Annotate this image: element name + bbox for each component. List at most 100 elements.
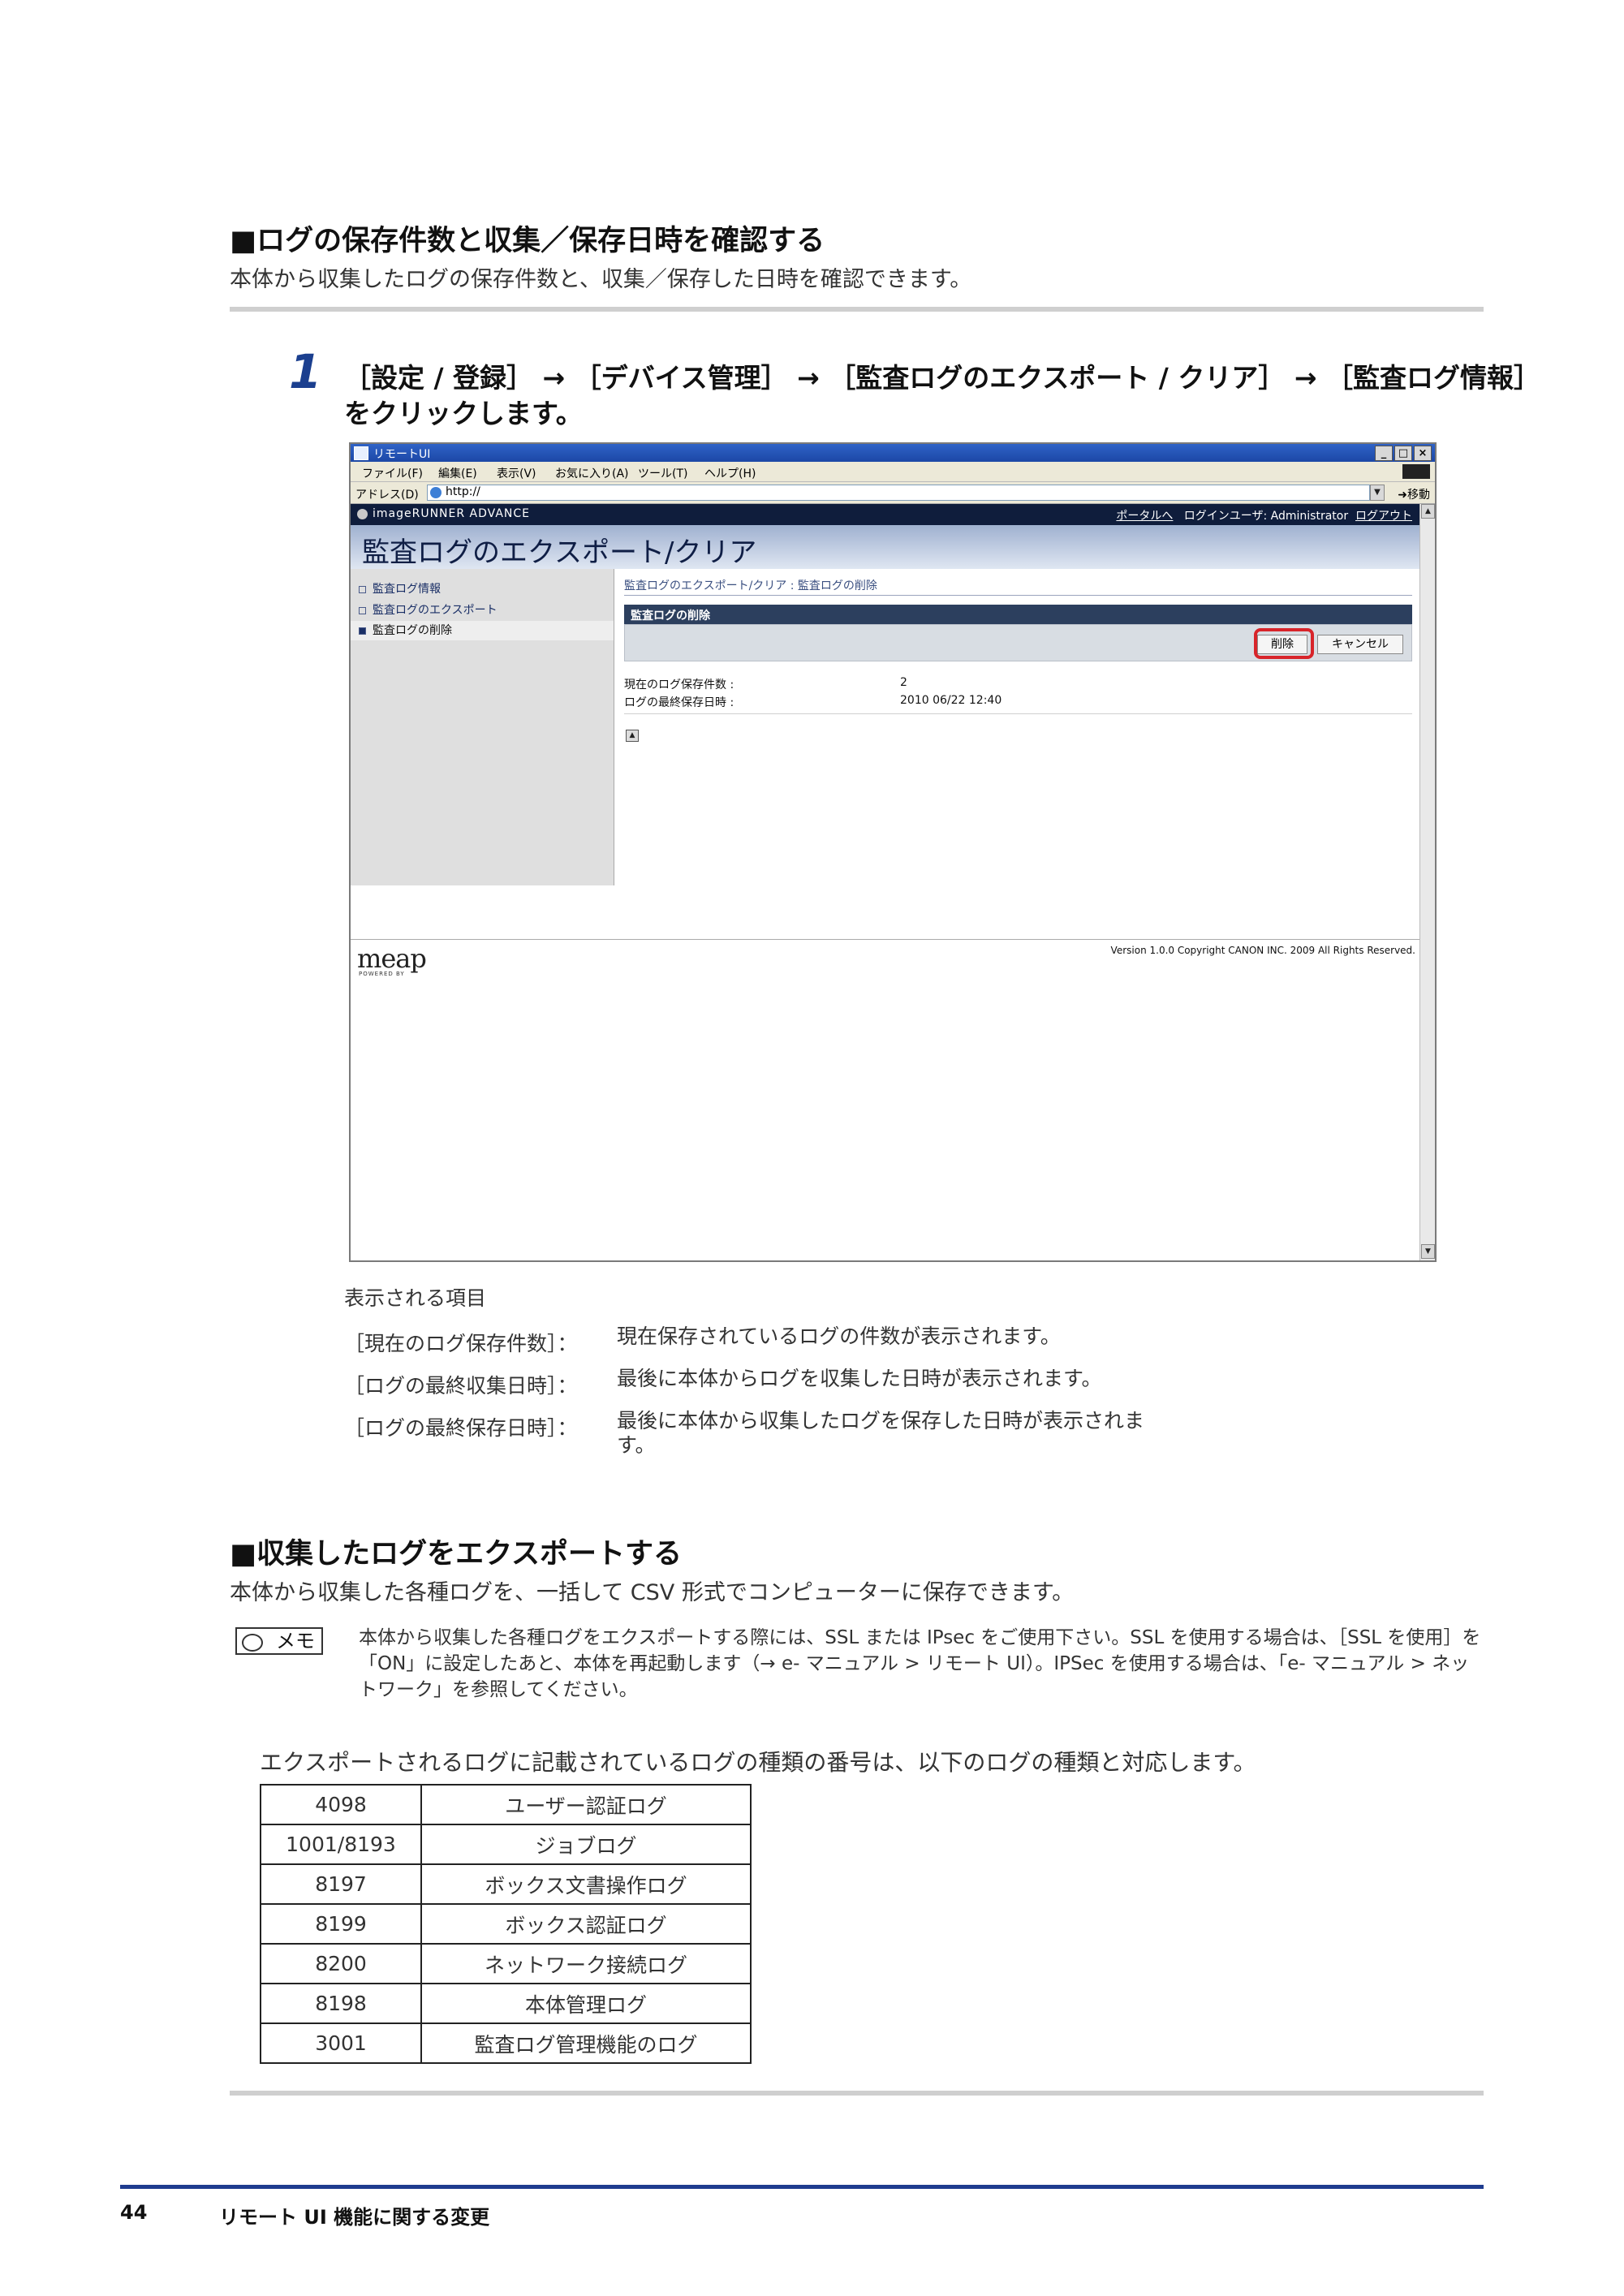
windows-logo-icon: [1402, 464, 1430, 479]
menu-edit[interactable]: 編集(E): [438, 465, 477, 481]
address-dropdown-icon[interactable]: ▼: [1370, 485, 1385, 501]
address-value: http://: [446, 485, 480, 498]
version-text: Version 1.0.0 Copyright CANON INC. 2009 …: [1110, 945, 1415, 956]
go-button[interactable]: ➜移動: [1398, 486, 1430, 502]
title-banner: 監査ログのエクスポート/クリア: [351, 525, 1420, 569]
log-code: 8197: [260, 1863, 422, 1905]
table-intro: エクスポートされるログに記載されているログの種類の番号は、以下のログの種類と対応…: [260, 1749, 1256, 1776]
close-icon[interactable]: ×: [1414, 446, 1432, 461]
address-input[interactable]: http://: [427, 485, 1370, 501]
info-label: 現在のログ保存件数 :: [624, 678, 734, 691]
section-divider: [230, 2091, 1484, 2096]
memo-label: メモ: [276, 1630, 315, 1652]
sidebar-item-audit-log-delete[interactable]: 監査ログの削除: [351, 621, 614, 640]
section-description: 本体から収集した各種ログを、一括して CSV 形式でコンピューターに保存できます…: [230, 1580, 1075, 1605]
log-code: 3001: [260, 2022, 422, 2064]
square-bullet-icon: [359, 585, 366, 593]
window-titlebar: リモートUI _ □ ×: [351, 444, 1435, 462]
page-title: 監査ログのエクスポート/クリア: [362, 536, 757, 569]
info-label: ログの最終保存日時 :: [624, 696, 734, 709]
portal-link[interactable]: ポータルへ: [1116, 510, 1173, 523]
minimize-icon[interactable]: _: [1375, 446, 1393, 461]
info-divider: [624, 713, 1412, 714]
menu-favorites[interactable]: お気に入り(A): [555, 465, 629, 481]
info-row-last-saved: ログの最終保存日時 : 2010 06/22 12:40: [624, 694, 1002, 710]
info-row-log-count: 現在のログ保存件数 : 2: [624, 676, 907, 692]
table-row: 8198 本体管理ログ: [260, 1983, 752, 2024]
menu-help[interactable]: ヘルプ(H): [704, 465, 756, 481]
go-label: 移動: [1407, 489, 1430, 502]
table-row: 1001/8193 ジョブログ: [260, 1824, 752, 1865]
log-code: 8199: [260, 1903, 422, 1945]
scroll-down-icon[interactable]: ▼: [1421, 1244, 1435, 1259]
brand-name: imageRUNNER ADVANCE: [373, 507, 531, 520]
page-content: imageRUNNER ADVANCE ポータルへ ログインユーザ: Admin…: [351, 504, 1420, 1260]
meap-logo: meap: [357, 943, 427, 974]
square-bullet-icon: [359, 627, 366, 635]
sidebar-item-label: 監査ログ情報: [373, 583, 441, 596]
brand-logo-icon: [357, 508, 368, 519]
page-top-icon[interactable]: ▲: [626, 730, 639, 742]
section-title-export: ■収集したログをエクスポートする: [230, 1538, 683, 1570]
header-links: ポータルへ ログインユーザ: Administrator ログアウト: [1116, 507, 1412, 523]
info-value: 2010 06/22 12:40: [900, 694, 1002, 707]
footer-rule: [120, 2185, 1484, 2189]
step-instruction-line2: をクリックします。: [344, 398, 583, 429]
maximize-icon[interactable]: □: [1394, 446, 1412, 461]
table-row: 3001 監査ログ管理機能のログ: [260, 2022, 752, 2064]
sidebar-item-audit-log-info[interactable]: 監査ログ情報: [359, 580, 441, 597]
sidebar-item-audit-log-export[interactable]: 監査ログのエクスポート: [359, 601, 498, 618]
memo-badge: メモ: [235, 1627, 323, 1655]
step-instruction: ［設定 / 登録］ → ［デバイス管理］ → ［監査ログのエクスポート / クリ…: [344, 360, 1540, 432]
info-value: 2: [900, 676, 907, 689]
sidebar: 監査ログ情報 監査ログのエクスポート 監査ログの削除: [351, 569, 614, 885]
app-header: imageRUNNER ADVANCE ポータルへ ログインユーザ: Admin…: [351, 504, 1420, 525]
breadcrumb-divider: [624, 595, 1412, 596]
log-type: ジョブログ: [420, 1824, 752, 1865]
panel-title: 監査ログの削除: [631, 610, 710, 622]
log-code: 1001/8193: [260, 1824, 422, 1865]
item-key: ［ログの最終収集日時］：: [344, 1374, 578, 1398]
app-icon: [354, 446, 368, 460]
ie-page-icon: [430, 487, 442, 498]
cancel-button[interactable]: キャンセル: [1317, 635, 1403, 654]
panel-actions: 削除 キャンセル: [624, 624, 1412, 661]
brand: imageRUNNER ADVANCE: [357, 507, 530, 520]
table-row: 8199 ボックス認証ログ: [260, 1903, 752, 1945]
section-title-log-count: ■ログの保存件数と収集／保存日時を確認する: [230, 225, 825, 257]
log-type: ユーザー認証ログ: [420, 1784, 752, 1825]
menu-file[interactable]: ファイル(F): [362, 465, 423, 481]
address-bar: アドレス(D) http:// ▼ ➜移動: [351, 482, 1435, 504]
step-number: 1: [289, 344, 322, 399]
menu-tools[interactable]: ツール(T): [638, 465, 687, 481]
log-type: 本体管理ログ: [420, 1983, 752, 2024]
breadcrumb[interactable]: 監査ログのエクスポート/クリア : 監査ログの削除: [624, 577, 877, 593]
logout-link[interactable]: ログアウト: [1355, 510, 1412, 523]
table-row: 8200 ネットワーク接続ログ: [260, 1943, 752, 1984]
sidebar-item-label: 監査ログの削除: [373, 624, 452, 637]
sidebar-item-label: 監査ログのエクスポート: [373, 604, 498, 617]
window-controls: _ □ ×: [1375, 446, 1432, 461]
window-title: リモートUI: [373, 448, 431, 461]
step-instruction-line1: ［設定 / 登録］ → ［デバイス管理］ → ［監査ログのエクスポート / クリ…: [344, 362, 1540, 394]
browser-screenshot: リモートUI _ □ × ファイル(F) 編集(E) 表示(V) お気に入り(A…: [349, 442, 1437, 1262]
menu-view[interactable]: 表示(V): [497, 465, 536, 481]
scroll-up-icon[interactable]: ▲: [1421, 504, 1435, 519]
address-label: アドレス(D): [355, 489, 419, 502]
pencil-icon: [242, 1634, 263, 1652]
log-type: ネットワーク接続ログ: [420, 1943, 752, 1984]
vertical-scrollbar[interactable]: ▲ ▼: [1419, 504, 1435, 1260]
item-key: ［現在のログ保存件数］：: [344, 1332, 578, 1355]
section-divider: [230, 307, 1484, 312]
panel-header: 監査ログの削除: [624, 605, 1412, 624]
item-value: 最後に本体から収集したログを保存した日時が表示されます。: [617, 1409, 1145, 1457]
main-panel: 監査ログのエクスポート/クリア : 監査ログの削除 監査ログの削除 削除 キャン…: [614, 569, 1420, 885]
items-heading: 表示される項目: [344, 1286, 487, 1310]
page-number: 44: [120, 2201, 148, 2224]
menu-bar: ファイル(F) 編集(E) 表示(V) お気に入り(A) ツール(T) ヘルプ(…: [351, 462, 1435, 482]
log-type: 監査ログ管理機能のログ: [420, 2022, 752, 2064]
section-description: 本体から収集したログの保存件数と、収集／保存した日時を確認できます。: [230, 267, 972, 292]
highlight-ring: [1254, 628, 1314, 659]
log-type: ボックス認証ログ: [420, 1903, 752, 1945]
meap-sub: POWERED BY: [359, 971, 405, 977]
